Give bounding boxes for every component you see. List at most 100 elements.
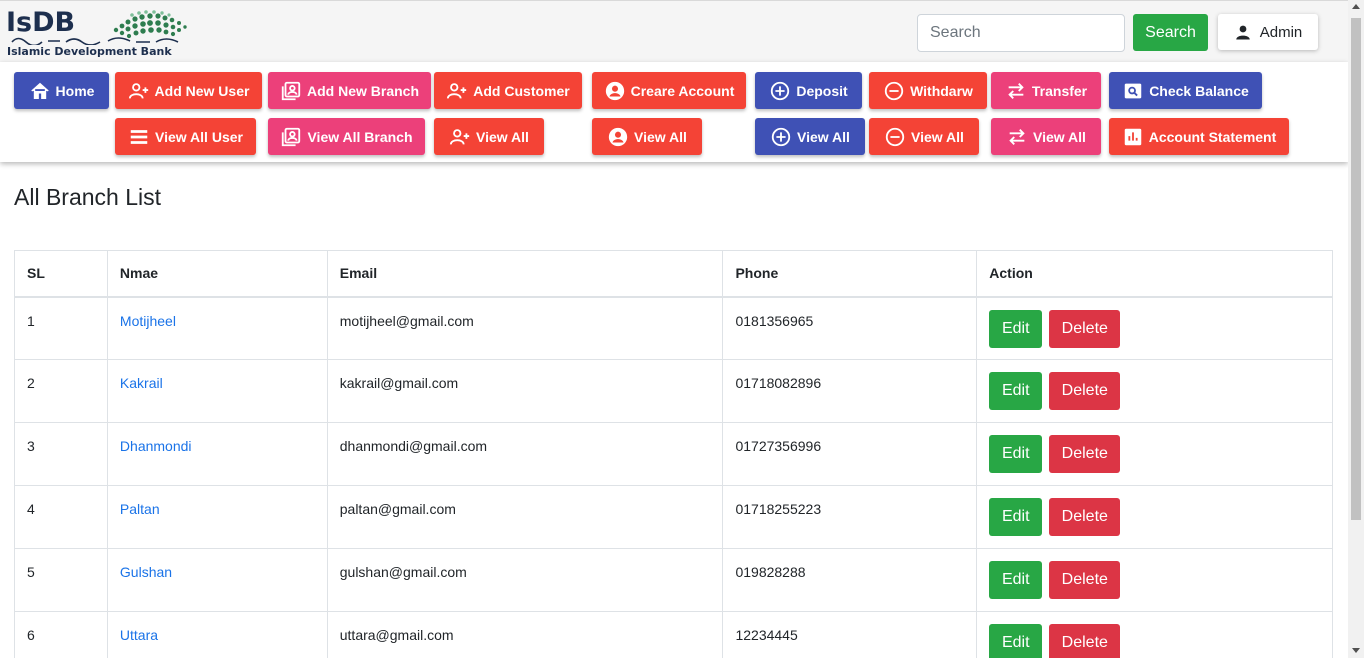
- nav-add-new-branch-button[interactable]: Add New Branch: [268, 72, 431, 109]
- transfer-arrows-icon: [1009, 128, 1025, 145]
- search-input[interactable]: [917, 14, 1125, 52]
- delete-button[interactable]: Delete: [1049, 372, 1121, 410]
- column-header-name: Nmae: [106, 250, 328, 298]
- branch-name-link[interactable]: Gulshan: [120, 564, 172, 580]
- vertical-scrollbar[interactable]: [1348, 0, 1364, 658]
- cell-phone: 0181356965: [722, 296, 978, 360]
- nav-home-label: Home: [55, 82, 95, 99]
- cell-name: Uttara: [106, 611, 328, 658]
- bar-chart-icon: [1124, 128, 1141, 145]
- top-header: IsDB Islamic Development Bank Search Sea…: [0, 0, 1348, 62]
- scroll-down-arrow-icon[interactable]: [1352, 648, 1360, 653]
- plus-circle-icon: [771, 127, 791, 146]
- scrollbar-thumb[interactable]: [1351, 18, 1361, 520]
- branch-table: SL Nmae Email Phone Action 1 Motijheel m…: [14, 250, 1333, 658]
- nav-view-all-branch-button[interactable]: View All Branch: [268, 118, 425, 155]
- admin-button[interactable]: Admin: [1218, 14, 1318, 50]
- delete-button[interactable]: Delete: [1049, 561, 1121, 599]
- nav-view-all-customer-button[interactable]: View All: [434, 118, 544, 155]
- nav-add-new-user-button[interactable]: Add New User: [115, 72, 262, 109]
- nav-add-new-user-label: Add New User: [154, 82, 250, 99]
- delete-button[interactable]: Delete: [1049, 435, 1121, 473]
- cell-sl: 1: [14, 296, 108, 360]
- list-icon: [130, 129, 148, 144]
- table-row: 5 Gulshan gulshan@gmail.com 019828288 Ed…: [14, 548, 1333, 612]
- nav-withdraw-label: Withdarw: [910, 82, 973, 99]
- nav-home-button[interactable]: Home: [14, 72, 109, 109]
- user-icon: [1235, 25, 1250, 40]
- cell-sl: 2: [14, 359, 108, 423]
- nav-check-balance-button[interactable]: Check Balance: [1109, 72, 1262, 109]
- nav-view-all-withdraw-label: View All: [911, 128, 964, 145]
- column-header-email: Email: [326, 250, 724, 298]
- nav-transfer-button[interactable]: Transfer: [991, 72, 1101, 109]
- account-circle-icon: [605, 81, 624, 100]
- nav-add-new-branch-label: Add New Branch: [306, 82, 419, 99]
- edit-button[interactable]: Edit: [989, 435, 1043, 473]
- nav-menu: Home Add New User Add New Branch Add Cus…: [0, 62, 1348, 162]
- page-title: All Branch List: [14, 184, 162, 210]
- edit-button[interactable]: Edit: [989, 498, 1043, 536]
- cell-phone: 019828288: [722, 548, 978, 612]
- column-header-phone: Phone: [722, 250, 978, 298]
- nav-view-all-deposit-button[interactable]: View All: [755, 118, 865, 155]
- home-icon: [30, 82, 49, 99]
- nav-withdraw-button[interactable]: Withdarw: [869, 72, 987, 109]
- cell-phone: 01718255223: [722, 485, 978, 549]
- cell-name: Motijheel: [106, 296, 328, 360]
- plus-circle-icon: [771, 81, 790, 100]
- admin-label: Admin: [1259, 23, 1303, 41]
- cell-phone: 01718082896: [722, 359, 978, 423]
- minus-circle-icon: [884, 81, 904, 100]
- cell-action: Edit Delete: [976, 611, 1333, 658]
- branch-name-link[interactable]: Uttara: [120, 627, 158, 643]
- isdb-logo[interactable]: IsDB Islamic Development Bank: [6, 7, 194, 58]
- branch-name-link[interactable]: Kakrail: [120, 375, 163, 391]
- nav-transfer-label: Transfer: [1031, 82, 1088, 99]
- nav-account-statement-button[interactable]: Account Statement: [1109, 118, 1289, 155]
- delete-button[interactable]: Delete: [1049, 624, 1121, 658]
- nav-view-all-account-label: View All: [634, 128, 687, 145]
- nav-create-account-button[interactable]: Creare Account: [592, 72, 746, 109]
- transfer-arrows-icon: [1008, 82, 1024, 99]
- branch-name-link[interactable]: Dhanmondi: [120, 438, 192, 454]
- table-row: 4 Paltan paltan@gmail.com 01718255223 Ed…: [14, 485, 1333, 549]
- branch-name-link[interactable]: Paltan: [120, 501, 160, 517]
- edit-button[interactable]: Edit: [989, 372, 1043, 410]
- cell-phone: 01727356996: [722, 422, 978, 486]
- scroll-up-arrow-icon[interactable]: [1352, 4, 1360, 9]
- edit-button[interactable]: Edit: [989, 624, 1043, 658]
- nav-view-all-withdraw-button[interactable]: View All: [869, 118, 979, 155]
- edit-button[interactable]: Edit: [989, 309, 1043, 348]
- cell-action: Edit Delete: [976, 548, 1333, 612]
- branch-name-link[interactable]: Motijheel: [120, 313, 176, 329]
- arabic-logo-text-icon: [11, 37, 179, 45]
- nav-create-account-label: Creare Account: [630, 82, 735, 99]
- cell-action: Edit Delete: [976, 359, 1333, 423]
- nav-add-customer-button[interactable]: Add Customer: [434, 72, 582, 109]
- cell-action: Edit Delete: [976, 422, 1333, 486]
- delete-button[interactable]: Delete: [1049, 309, 1121, 348]
- nav-deposit-button[interactable]: Deposit: [755, 72, 862, 109]
- contacts-icon: [281, 81, 301, 100]
- contacts-icon: [282, 127, 301, 146]
- column-header-action: Action: [976, 250, 1333, 298]
- table-row: 3 Dhanmondi dhanmondi@gmail.com 01727356…: [14, 422, 1333, 486]
- nav-view-all-customer-label: View All: [476, 128, 529, 145]
- add-user-icon: [447, 82, 467, 99]
- edit-button[interactable]: Edit: [989, 561, 1043, 599]
- nav-view-all-transfer-button[interactable]: View All: [991, 118, 1101, 155]
- column-header-sl: SL: [14, 250, 108, 298]
- search-button[interactable]: Search: [1133, 14, 1208, 51]
- cell-email: uttara@gmail.com: [326, 611, 724, 658]
- cell-sl: 6: [14, 611, 108, 658]
- cell-sl: 5: [14, 548, 108, 612]
- cell-action: Edit Delete: [976, 296, 1333, 360]
- nav-view-all-account-button[interactable]: View All: [592, 118, 702, 155]
- nav-deposit-label: Deposit: [796, 82, 848, 99]
- nav-check-balance-label: Check Balance: [1149, 82, 1249, 99]
- cell-name: Paltan: [106, 485, 328, 549]
- nav-view-all-user-button[interactable]: View All User: [115, 118, 256, 155]
- delete-button[interactable]: Delete: [1049, 498, 1121, 536]
- add-user-icon: [449, 128, 470, 145]
